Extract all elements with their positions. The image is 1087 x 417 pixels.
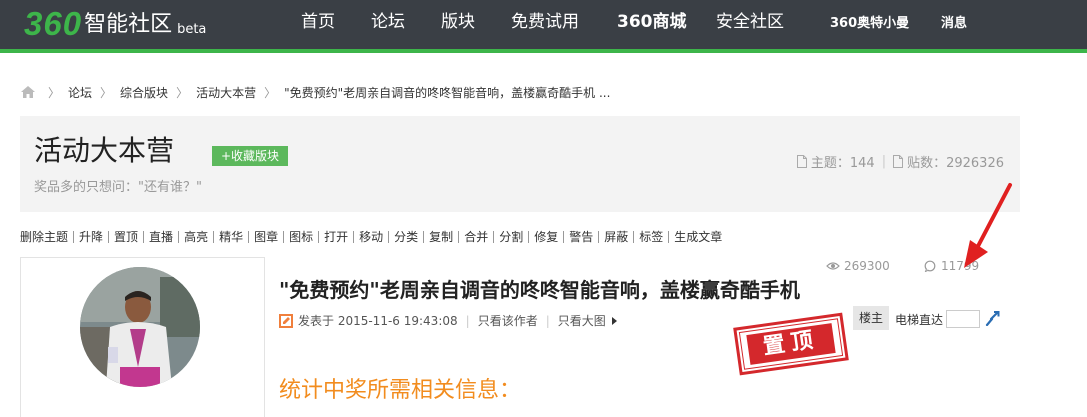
breadcrumb: 〉 论坛 〉 综合版块 〉 活动大本营 〉 "免费预约"老周亲自调音的咚咚智能音… [20, 84, 610, 100]
avatar-photo [80, 267, 200, 387]
breadcrumb-separator: 〉 [100, 85, 113, 100]
forum-stats: 主题：144 | 贴数：2926326 [796, 152, 1004, 171]
nav-item-store[interactable]: 360商城 [617, 10, 687, 34]
sticky-stamp: 置顶 [733, 312, 849, 376]
only-author-link[interactable]: 只看该作者 [478, 312, 538, 329]
avatar[interactable] [80, 267, 200, 387]
tool-live[interactable]: 直播 [143, 231, 178, 243]
only-big-image-link[interactable]: 只看大图 [558, 312, 606, 329]
tool-open[interactable]: 打开 [318, 231, 353, 243]
stats-divider: | [881, 154, 887, 169]
messages-link[interactable]: 消息 [941, 12, 967, 36]
forum-title: 活动大本营 [34, 134, 175, 167]
caret-right-icon[interactable] [611, 316, 617, 325]
tool-category[interactable]: 分类 [388, 231, 423, 243]
tool-generate-article[interactable]: 生成文章 [668, 231, 727, 243]
meta-divider: | [545, 313, 550, 328]
forum-description: 奖品多的只想问："还有谁？" [34, 180, 202, 195]
home-icon[interactable] [20, 85, 36, 99]
tool-warn[interactable]: 警告 [563, 231, 598, 243]
view-count: 269300 [826, 259, 890, 273]
tool-block[interactable]: 屏蔽 [598, 231, 633, 243]
tool-split[interactable]: 分割 [493, 231, 528, 243]
author-panel [20, 257, 265, 417]
meta-divider: | [465, 313, 470, 328]
logo-beta: beta [177, 22, 207, 37]
post-meta: 发表于 2015-11-6 19:43:08 | 只看该作者 | 只看大图 [278, 312, 617, 329]
site-logo[interactable]: 360 智能社区 beta [24, 5, 206, 41]
nav-item-free-trial[interactable]: 免费试用 [511, 10, 579, 34]
logo-text: 智能社区 [84, 12, 173, 37]
tool-highlight[interactable]: 高亮 [178, 231, 213, 243]
forum-header: 活动大本营 +收藏版块 奖品多的只想问："还有谁？" 主题：144 | 贴数：2… [20, 116, 1020, 212]
nav-item-security[interactable]: 安全社区 [716, 10, 784, 34]
top-nav-bar: 360 智能社区 beta 首页 论坛 版块 免费试用 360商城 安全社区 3… [0, 0, 1087, 49]
tool-icon[interactable]: 图标 [283, 231, 318, 243]
annotation-arrow-icon [964, 183, 1012, 268]
breadcrumb-activity[interactable]: 活动大本营 [196, 84, 256, 101]
nav-accent-line [0, 49, 1087, 53]
breadcrumb-general[interactable]: 综合版块 [120, 84, 168, 101]
floor-tag: 楼主 [853, 306, 889, 330]
post-title: "免费预约"老周亲自调音的咚咚智能音响，盖楼赢奇酷手机 [279, 278, 800, 302]
tool-tags[interactable]: 标签 [633, 231, 668, 243]
tool-sticky[interactable]: 置顶 [108, 231, 143, 243]
posts-count: 贴数：2926326 [907, 156, 1004, 171]
tool-copy[interactable]: 复制 [423, 231, 458, 243]
section-heading: 统计中奖所需相关信息： [279, 378, 522, 403]
tool-digest[interactable]: 精华 [213, 231, 248, 243]
tool-stamp[interactable]: 图章 [248, 231, 283, 243]
tool-repair[interactable]: 修复 [528, 231, 563, 243]
favorite-board-button[interactable]: +收藏版块 [212, 146, 288, 166]
jump-go-icon[interactable] [985, 310, 1001, 326]
eye-icon [826, 262, 840, 270]
tool-merge[interactable]: 合并 [458, 231, 493, 243]
view-count-value: 269300 [844, 259, 890, 273]
jump-floor-input[interactable] [946, 310, 980, 328]
post-date: 发表于 2015-11-6 19:43:08 [298, 314, 458, 328]
breadcrumb-separator: 〉 [176, 85, 189, 100]
moderation-toolbar: 删除主题 升降 置顶 直播 高亮 精华 图章 图标 打开 移动 分类 复制 合并… [20, 231, 727, 243]
document-icon [893, 155, 904, 168]
tool-bump[interactable]: 升降 [73, 231, 108, 243]
user-menu[interactable]: 360奥特小曼 [830, 12, 909, 36]
topics-count: 主题：144 [810, 156, 875, 171]
nav-item-home[interactable]: 首页 [301, 10, 335, 34]
breadcrumb-separator: 〉 [264, 85, 277, 100]
nav-item-boards[interactable]: 版块 [441, 10, 475, 34]
breadcrumb-forum[interactable]: 论坛 [68, 84, 92, 101]
nav-item-forum[interactable]: 论坛 [371, 10, 405, 34]
jump-label: 电梯直达 [895, 313, 944, 327]
breadcrumb-current: "免费预约"老周亲自调音的咚咚智能音响，盖楼赢奇酷手机 ... [284, 85, 611, 100]
tool-move[interactable]: 移动 [353, 231, 388, 243]
breadcrumb-separator: 〉 [48, 85, 61, 100]
document-icon [796, 155, 807, 168]
logo-number: 360 [24, 5, 83, 42]
edit-icon [279, 313, 293, 328]
tool-delete-topic[interactable]: 删除主题 [20, 231, 73, 243]
